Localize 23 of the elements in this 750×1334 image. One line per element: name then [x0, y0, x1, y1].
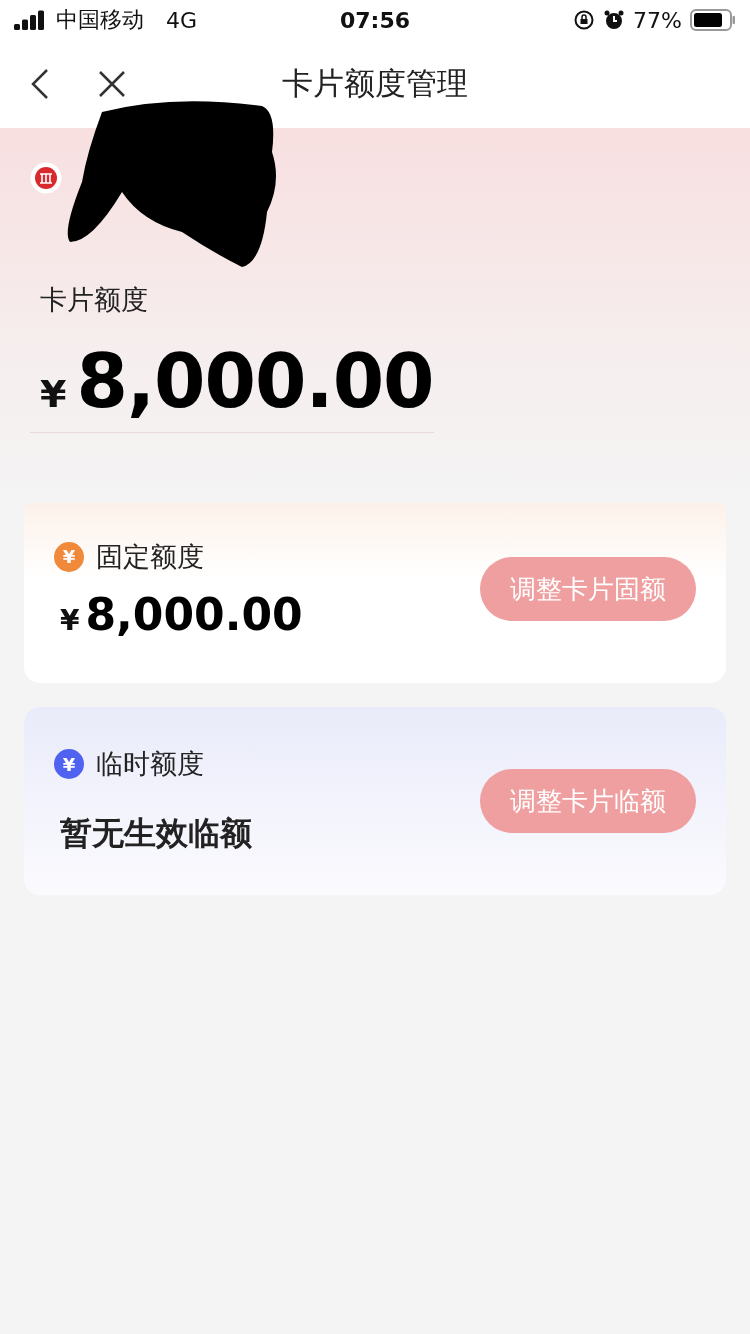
- clock: 07:56: [340, 7, 410, 33]
- back-icon[interactable]: [30, 68, 50, 100]
- battery-percent: 77%: [633, 7, 682, 33]
- yuan-icon: ¥: [54, 749, 84, 779]
- card-limit-label: 卡片额度: [39, 283, 149, 317]
- alarm-icon: [603, 9, 626, 31]
- quota-status: 暂无生效临额: [60, 813, 252, 854]
- quota-title: 临时额度: [96, 747, 204, 781]
- card-limit-amount: 8,000.00: [76, 338, 434, 424]
- battery-icon: [690, 9, 736, 31]
- quota-title: 固定额度: [96, 539, 204, 574]
- carrier-label: 中国移动: [56, 6, 144, 34]
- rotation-lock-icon: [573, 9, 596, 31]
- close-icon[interactable]: [98, 70, 126, 98]
- adjust-button[interactable]: 调整卡片固额: [480, 557, 696, 621]
- page-title: 卡片额度管理: [282, 64, 468, 103]
- quota-amount: 8,000.00: [85, 588, 303, 640]
- bank-logo-icon: [30, 162, 62, 194]
- currency-symbol: ¥: [60, 603, 80, 637]
- adjust-button[interactable]: 调整卡片临额: [480, 769, 696, 833]
- yuan-icon: ¥: [54, 541, 84, 572]
- currency-symbol: ¥: [40, 372, 67, 416]
- network-label: 4G: [166, 7, 198, 33]
